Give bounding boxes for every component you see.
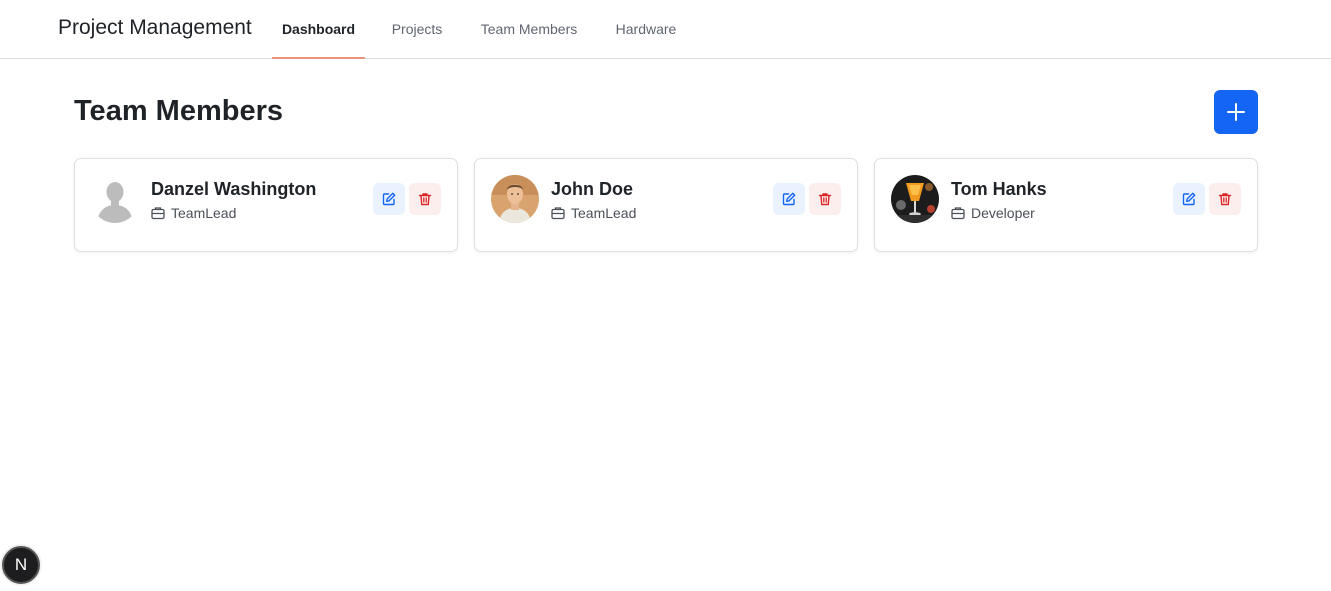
delete-button[interactable] <box>1209 183 1241 215</box>
page-title: Team Members <box>74 95 283 127</box>
delete-button[interactable] <box>409 183 441 215</box>
member-name: John Doe <box>551 179 634 199</box>
avatar <box>491 175 539 223</box>
nav-projects[interactable]: Projects <box>379 0 455 58</box>
nav-team-members[interactable]: Team Members <box>469 0 589 58</box>
briefcase-icon <box>951 207 965 220</box>
avatar <box>891 175 939 223</box>
nav-dashboard[interactable]: Dashboard <box>272 0 365 59</box>
pencil-square-icon <box>382 192 396 206</box>
pencil-square-icon <box>782 192 796 206</box>
member-name: Danzel Washington <box>151 179 317 199</box>
trash-icon <box>1218 193 1232 206</box>
role-label: Developer <box>971 205 1035 221</box>
trash-icon <box>818 193 832 206</box>
dev-tools-badge[interactable]: N <box>2 546 40 584</box>
member-card: John Doe TeamLead <box>474 158 858 252</box>
edit-button[interactable] <box>773 183 805 215</box>
top-navigation: Project Management Dashboard Projects Te… <box>0 0 1331 59</box>
member-role: TeamLead <box>151 205 236 221</box>
role-label: TeamLead <box>171 205 237 221</box>
add-member-button[interactable] <box>1214 90 1258 134</box>
badge-letter: N <box>14 555 28 574</box>
delete-button[interactable] <box>809 183 841 215</box>
nav-hardware[interactable]: Hardware <box>603 0 689 58</box>
member-card: Danzel Washington TeamLead <box>74 158 458 252</box>
member-card: Tom Hanks Developer <box>874 158 1258 252</box>
app-brand[interactable]: Project Management <box>58 16 252 40</box>
edit-button[interactable] <box>1173 183 1205 215</box>
trash-icon <box>418 193 432 206</box>
member-role: Developer <box>951 205 1035 221</box>
role-label: TeamLead <box>571 205 637 221</box>
avatar <box>91 175 139 223</box>
pencil-square-icon <box>1182 192 1196 206</box>
edit-button[interactable] <box>373 183 405 215</box>
member-role: TeamLead <box>551 205 636 221</box>
plus-icon <box>1227 103 1245 121</box>
briefcase-icon <box>151 207 165 220</box>
briefcase-icon <box>551 207 565 220</box>
member-name: Tom Hanks <box>951 179 1047 199</box>
